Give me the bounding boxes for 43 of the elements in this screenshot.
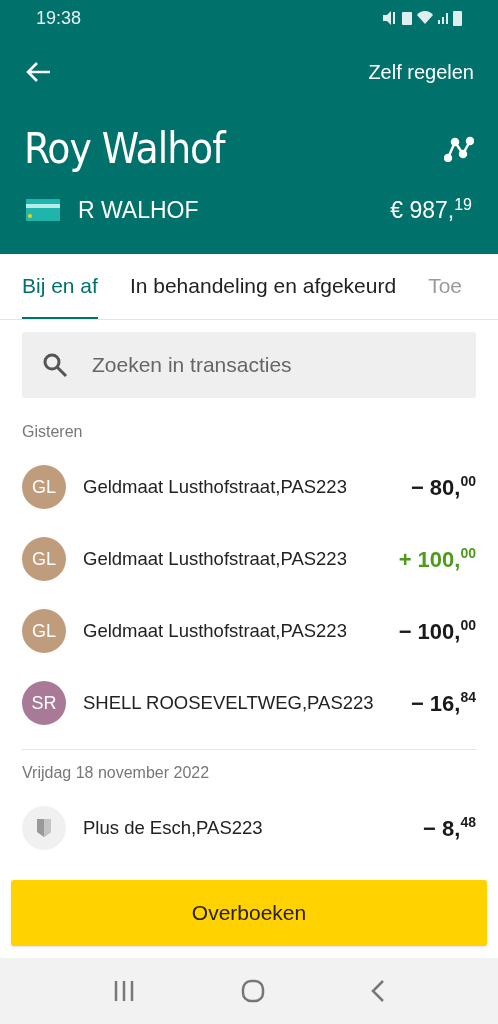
merchant-logo-icon bbox=[22, 806, 66, 850]
search-icon bbox=[42, 352, 68, 378]
account-holder: R WALHOF bbox=[78, 195, 199, 225]
account-name: Roy Walhof bbox=[24, 128, 225, 170]
transaction-description: Geldmaat Lusthofstraat,PAS223 bbox=[83, 619, 348, 644]
status-time: 19:38 bbox=[36, 6, 82, 30]
transaction-description: Geldmaat Lusthofstraat,PAS223 bbox=[83, 475, 348, 500]
tab[interactable]: Bij en af bbox=[22, 254, 98, 319]
tab[interactable]: In behandeling en afgekeurd bbox=[129, 254, 397, 319]
transaction-row[interactable]: GL Geldmaat Lusthofstraat,PAS223 + 100,$^{00}$ bbox=[22, 523, 476, 595]
transaction-description: SHELL ROOSEVELTWEG,PAS223 bbox=[83, 691, 375, 716]
recent-apps-icon[interactable] bbox=[113, 980, 135, 1002]
transaction-row[interactable]: GL Geldmaat Lusthofstraat,PAS223 − 80,$^{00}$ bbox=[22, 451, 476, 523]
transaction-row[interactable]: Plus de Esch,PAS223 − 8,$^{48}$ bbox=[22, 792, 476, 864]
wifi-icon bbox=[417, 11, 433, 25]
transaction-amount: + 100,$^{00}$ bbox=[398, 544, 476, 574]
search-input[interactable]: Zoeken in transacties bbox=[92, 349, 456, 381]
transfer-button[interactable]: Overboeken bbox=[11, 880, 487, 946]
battery-icon bbox=[453, 10, 462, 26]
transaction-amount: − 100,$^{00}$ bbox=[398, 616, 476, 646]
initials-avatar: GL bbox=[22, 609, 66, 653]
account-balance: € 987,$^{19}$ bbox=[390, 194, 472, 225]
chart-icon[interactable] bbox=[444, 136, 474, 162]
bank-card-icon bbox=[26, 199, 60, 221]
initials-avatar: GL bbox=[22, 465, 66, 509]
date-header: Vrijdag 18 november 2022 bbox=[22, 763, 211, 783]
transaction-amount: − 8,$^{48}$ bbox=[423, 813, 476, 843]
transaction-amount: − 80,$^{00}$ bbox=[410, 472, 476, 502]
transaction-row[interactable]: SR SHELL ROOSEVELTWEG,PAS223 − 16,$^{84}$ bbox=[22, 667, 476, 739]
initials-avatar: SR bbox=[22, 681, 66, 725]
transaction-amount: − 16,$^{84}$ bbox=[410, 688, 476, 718]
self-service-link[interactable]: Zelf regelen bbox=[368, 57, 474, 87]
initials-avatar: GL bbox=[22, 537, 66, 581]
mute-icon bbox=[383, 9, 397, 27]
back-nav-icon[interactable] bbox=[371, 980, 385, 1002]
date-header: Gisteren bbox=[22, 422, 84, 442]
signal-icon bbox=[438, 12, 448, 24]
transaction-row[interactable]: GL Geldmaat Lusthofstraat,PAS223 − 100,$^{00}$ bbox=[22, 595, 476, 667]
search-field[interactable]: Zoeken in transacties bbox=[22, 332, 476, 398]
transaction-description: Plus de Esch,PAS223 bbox=[83, 816, 264, 841]
transaction-description: Geldmaat Lusthofstraat,PAS223 bbox=[83, 547, 348, 572]
battery-saver-icon bbox=[402, 9, 412, 27]
home-icon[interactable] bbox=[241, 979, 265, 1003]
